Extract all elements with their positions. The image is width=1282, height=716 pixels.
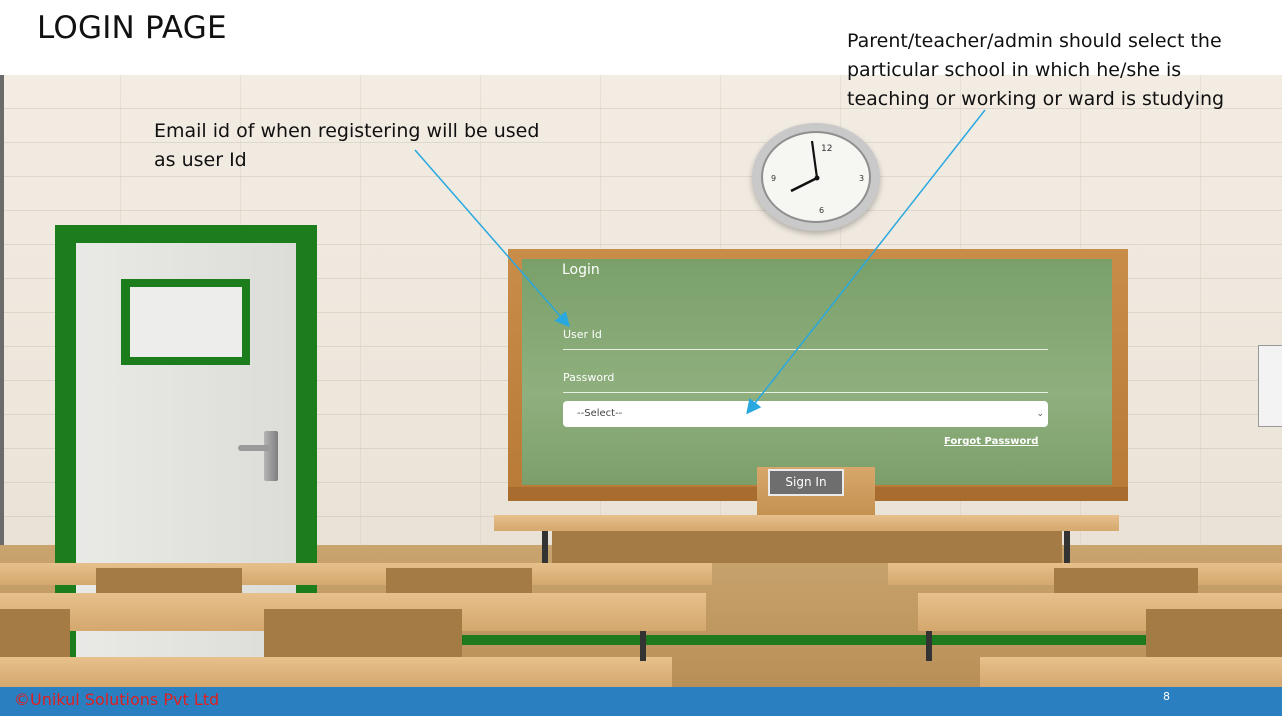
wall-clock: 12 3 6 9 (752, 123, 880, 231)
user-id-annotation: Email id of when registering will be use… (154, 117, 539, 175)
chair-back (0, 609, 70, 657)
student-desk-right-3 (980, 657, 1282, 687)
desk-leg (926, 631, 932, 661)
chair-back (96, 568, 242, 593)
school-annotation-line2: particular school in which he/she is (847, 59, 1182, 81)
school-select[interactable]: --Select-- ⌄ (563, 401, 1048, 427)
clock-face: 12 3 6 9 (761, 131, 871, 223)
password-label: Password (563, 371, 615, 384)
teacher-desk-top (494, 515, 1119, 531)
clock-numeral-9: 9 (771, 174, 776, 183)
login-title: Login (562, 262, 600, 278)
slide-footer: ©Unikul Solutions Pvt Ltd 8 (0, 687, 1282, 716)
user-id-label: User Id (563, 328, 602, 341)
user-id-annotation-line1: Email id of when registering will be use… (154, 120, 540, 142)
chair-back (386, 568, 532, 593)
forgot-password-link[interactable]: Forgot Password (944, 436, 1038, 447)
chair-back (264, 609, 462, 657)
student-desk-left-3 (0, 657, 672, 687)
chevron-down-icon: ⌄ (1036, 409, 1044, 419)
school-annotation: Parent/teacher/admin should select the p… (847, 27, 1224, 114)
door-window (130, 287, 242, 357)
page-number: 8 (1163, 690, 1170, 703)
school-annotation-line3: teaching or working or ward is studying (847, 88, 1225, 110)
school-annotation-line1: Parent/teacher/admin should select the (847, 30, 1222, 52)
clock-hands-icon: 12 3 6 9 (771, 140, 864, 215)
desk-leg (640, 631, 646, 661)
chair-back (1146, 609, 1282, 657)
user-id-annotation-line2: as user Id (154, 149, 247, 171)
teacher-desk-front (552, 531, 1062, 563)
slide-title: LOGIN PAGE (37, 10, 227, 46)
clock-numeral-3: 3 (859, 174, 864, 183)
clock-numeral-6: 6 (819, 206, 824, 215)
wall-fixture (1258, 345, 1282, 427)
door-lever (238, 445, 270, 451)
password-input[interactable] (563, 392, 1048, 393)
door-handle (264, 431, 278, 481)
school-select-value: --Select-- (577, 408, 623, 419)
user-id-input[interactable] (563, 349, 1048, 350)
clock-numeral-12: 12 (821, 144, 832, 154)
sign-in-button[interactable]: Sign In (768, 469, 844, 496)
copyright-text: ©Unikul Solutions Pvt Ltd (14, 690, 220, 709)
chair-back (1054, 568, 1198, 593)
